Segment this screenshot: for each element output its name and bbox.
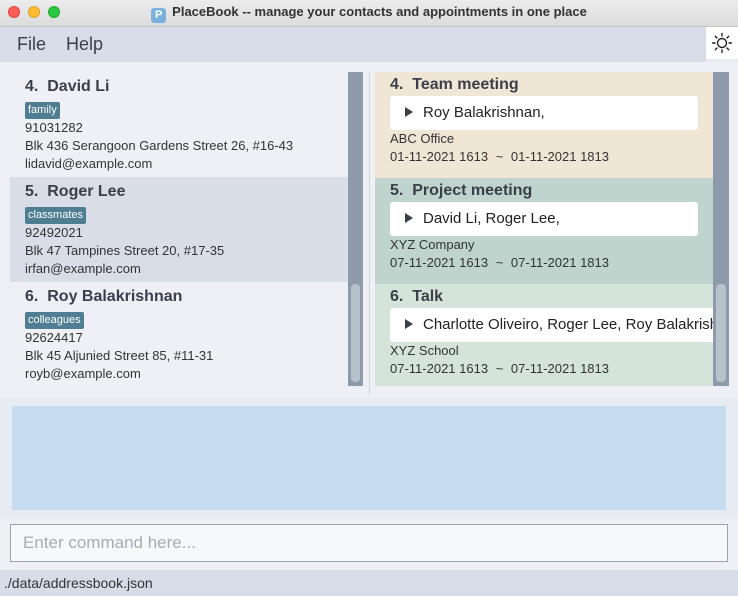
expand-arrow-icon	[405, 319, 413, 329]
appointment-list-scrollbar-thumb[interactable]	[716, 284, 726, 382]
person-phone: 91031282	[25, 120, 83, 135]
person-tag: family	[25, 102, 60, 119]
appointment-end: 07-11-2021 1813	[510, 255, 609, 270]
person-email: lidavid@example.com	[25, 156, 153, 171]
appointment-card[interactable]: 4. Team meeting Roy Balakrishnan, ABC Of…	[375, 72, 714, 178]
person-card[interactable]: 6. Roy Balakrishnan colleagues 92624417 …	[10, 282, 349, 386]
appointment-card[interactable]: 6. Talk Charlotte Oliveiro, Roger Lee, R…	[375, 284, 714, 386]
appointment-end: 07-11-2021 1813	[510, 361, 609, 376]
command-input[interactable]	[10, 524, 728, 562]
appointment-start: 01-11-2021 1613	[390, 149, 489, 164]
window-title: PlaceBook -- manage your contacts and ap…	[172, 4, 587, 19]
appointment-location: ABC Office	[390, 131, 455, 146]
appointment-location: XYZ School	[390, 343, 459, 358]
appointment-clients: Charlotte Oliveiro, Roger Lee, Roy Balak…	[423, 316, 714, 333]
appointment-title: Team meeting	[412, 76, 519, 93]
person-name-line: 6. Roy Balakrishnan	[25, 288, 349, 310]
appointment-index: 4.	[390, 76, 404, 93]
person-phone: 92492021	[25, 225, 83, 240]
title-bar: P PlaceBook -- manage your contacts and a…	[0, 0, 738, 27]
person-list-scrollbar-thumb[interactable]	[351, 284, 360, 382]
appointment-title: Project meeting	[412, 182, 533, 199]
panel-divider[interactable]	[369, 72, 370, 395]
app-icon: P	[151, 8, 167, 23]
appointment-list-panel: 4. Team meeting Roy Balakrishnan, ABC Of…	[375, 72, 714, 386]
person-name-line: 4. David Li	[25, 78, 349, 100]
time-separator: ~	[495, 255, 504, 270]
menu-file[interactable]: File	[17, 34, 46, 55]
appointment-clients-dropdown[interactable]: Roy Balakrishnan,	[390, 96, 698, 130]
person-index: 4.	[25, 78, 39, 95]
person-name: David Li	[47, 78, 110, 95]
person-email: irfan@example.com	[25, 261, 141, 276]
person-name: Roy Balakrishnan	[47, 288, 183, 305]
person-name: Roger Lee	[47, 183, 126, 200]
person-tag: colleagues	[25, 312, 84, 329]
status-bar: ./data/addressbook.json	[0, 570, 738, 596]
theme-toggle-button[interactable]	[706, 27, 738, 59]
appointment-card[interactable]: 5. Project meeting David Li, Roger Lee, …	[375, 178, 714, 284]
appointment-title: Talk	[412, 288, 444, 305]
person-card[interactable]: 4. David Li family 91031282 Blk 436 Sera…	[10, 72, 349, 177]
person-card[interactable]: 5. Roger Lee classmates 92492021 Blk 47 …	[10, 177, 349, 282]
expand-arrow-icon	[405, 107, 413, 117]
appointment-clients: Roy Balakrishnan,	[423, 104, 545, 121]
person-index: 6.	[25, 288, 39, 305]
menu-bar: File Help	[0, 27, 706, 62]
time-separator: ~	[495, 149, 504, 164]
menu-help[interactable]: Help	[66, 34, 103, 55]
appointment-list-scrollbar[interactable]	[713, 72, 729, 386]
sun-icon	[711, 32, 733, 54]
appointment-index: 5.	[390, 182, 404, 199]
person-address: Blk 436 Serangoon Gardens Street 26, #16…	[25, 138, 294, 153]
appointment-start: 07-11-2021 1613	[390, 255, 489, 270]
appointment-location: XYZ Company	[390, 237, 475, 252]
expand-arrow-icon	[405, 213, 413, 223]
time-separator: ~	[495, 361, 504, 376]
person-index: 5.	[25, 183, 39, 200]
appointment-time: 07-11-2021 1613 ~ 07-11-2021 1813	[390, 255, 609, 270]
window-title-container: P PlaceBook -- manage your contacts and a…	[0, 4, 738, 23]
appointment-title-line: 6. Talk	[390, 288, 714, 308]
appointment-title-line: 4. Team meeting	[390, 76, 714, 96]
person-address: Blk 45 Aljunied Street 85, #11-31	[25, 348, 214, 363]
person-tag: classmates	[25, 207, 87, 224]
appointment-time: 07-11-2021 1613 ~ 07-11-2021 1813	[390, 361, 609, 376]
appointment-time: 01-11-2021 1613 ~ 01-11-2021 1813	[390, 149, 609, 164]
person-list-panel: 4. David Li family 91031282 Blk 436 Sera…	[10, 72, 349, 386]
person-phone: 92624417	[25, 330, 83, 345]
status-file-path: ./data/addressbook.json	[4, 575, 153, 591]
appointment-clients: David Li, Roger Lee,	[423, 210, 560, 227]
person-address: Blk 47 Tampines Street 20, #17-35	[25, 243, 225, 258]
person-name-line: 5. Roger Lee	[25, 183, 349, 205]
appointment-title-line: 5. Project meeting	[390, 182, 714, 202]
appointment-start: 07-11-2021 1613	[390, 361, 489, 376]
result-display	[12, 406, 726, 510]
appointment-index: 6.	[390, 288, 404, 305]
appointment-clients-dropdown[interactable]: David Li, Roger Lee,	[390, 202, 698, 236]
appointment-clients-dropdown[interactable]: Charlotte Oliveiro, Roger Lee, Roy Balak…	[390, 308, 714, 342]
person-email: royb@example.com	[25, 366, 141, 381]
person-list-scrollbar[interactable]	[348, 72, 363, 386]
appointment-end: 01-11-2021 1813	[510, 149, 609, 164]
